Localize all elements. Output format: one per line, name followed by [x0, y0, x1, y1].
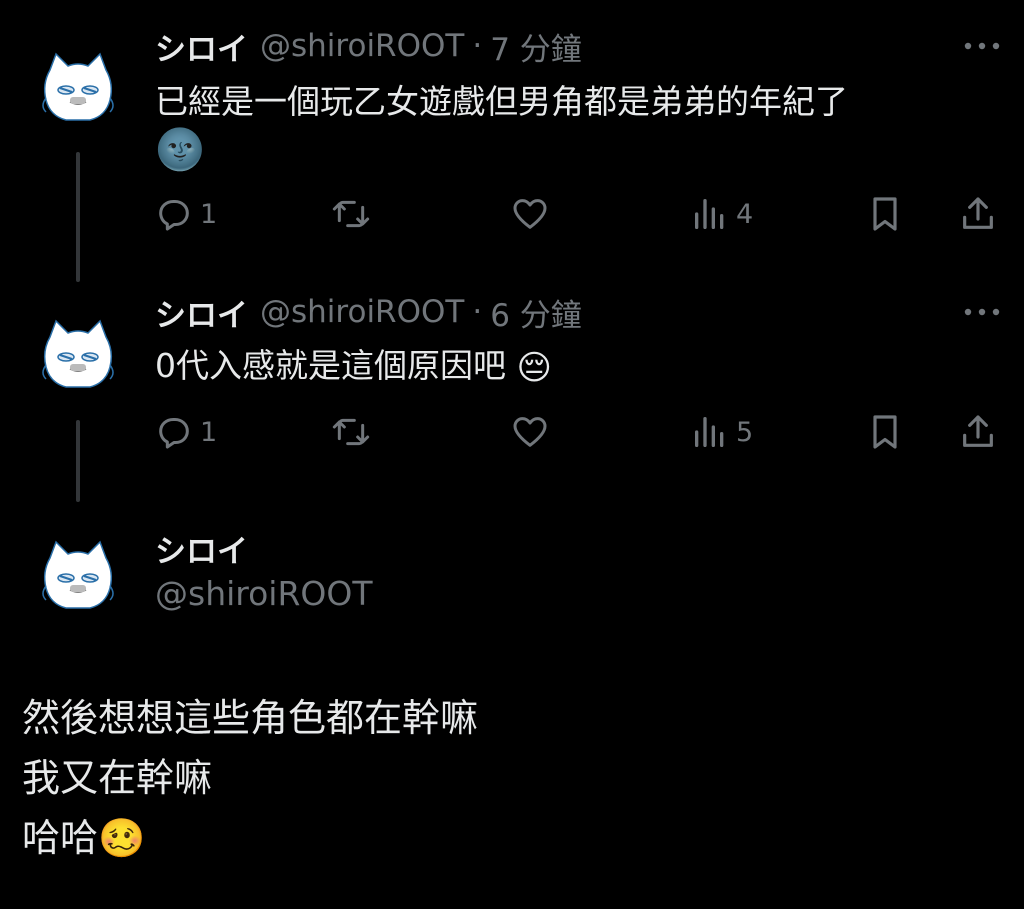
- bookmark-button[interactable]: [865, 189, 905, 239]
- tweet-text-body: 0代入感就是這個原因吧: [155, 346, 506, 385]
- more-icon: [960, 306, 1004, 318]
- author-name[interactable]: シロイ: [155, 526, 248, 571]
- bookmark-icon: [865, 194, 905, 234]
- tweet-body[interactable]: 然後想想這些角色都在幹嘛 我又在幹嘛 哈哈🥴: [22, 688, 478, 868]
- tweet[interactable]: シロイ @shiroiROOT · 7 分鐘 已經是一個玩乙女遊戲但男角都是弟弟…: [0, 0, 1024, 282]
- avatar[interactable]: [40, 50, 116, 126]
- woozy-face-emoji: 🥴: [98, 816, 146, 860]
- tweet-header: シロイ @shiroiROOT · 7 分鐘: [155, 24, 582, 69]
- view-count: 5: [736, 416, 754, 448]
- share-button[interactable]: [958, 189, 998, 239]
- heart-icon: [510, 194, 550, 234]
- reply-button[interactable]: 1: [154, 189, 217, 239]
- author-handle[interactable]: @shiroiROOT: [260, 294, 464, 330]
- author-handle[interactable]: @shiroiROOT: [155, 574, 373, 613]
- tweet-text-body: 已經是一個玩乙女遊戲但男角都是弟弟的年紀了: [155, 82, 848, 121]
- timestamp[interactable]: 6 分鐘: [490, 290, 582, 335]
- reply-count: 1: [200, 416, 218, 448]
- reply-icon: [154, 194, 194, 234]
- more-options-button[interactable]: [960, 297, 1004, 327]
- tweet-header: シロイ @shiroiROOT · 6 分鐘: [155, 290, 582, 335]
- retweet-icon: [331, 194, 371, 234]
- view-count: 4: [736, 198, 754, 230]
- tweet-actions: 1 5: [0, 407, 1024, 457]
- like-button[interactable]: [510, 407, 550, 457]
- views-button[interactable]: 4: [690, 189, 753, 239]
- heart-icon: [510, 412, 550, 452]
- retweet-button[interactable]: [331, 407, 371, 457]
- share-button[interactable]: [958, 407, 998, 457]
- avatar[interactable]: [40, 538, 116, 614]
- body-line-with-emoji: 哈哈🥴: [22, 808, 478, 868]
- views-icon: [690, 412, 730, 452]
- body-line: 哈哈: [22, 816, 99, 860]
- author-name[interactable]: シロイ: [155, 290, 248, 335]
- author-handle[interactable]: @shiroiROOT: [260, 28, 464, 64]
- share-icon: [958, 412, 998, 452]
- bookmark-icon: [865, 412, 905, 452]
- tweet-actions: 1 4: [0, 189, 1024, 239]
- reply-button[interactable]: 1: [154, 407, 217, 457]
- separator: ·: [472, 28, 483, 64]
- retweet-button[interactable]: [331, 189, 371, 239]
- tweet-text: 已經是一個玩乙女遊戲但男角都是弟弟的年紀了 🌚: [155, 80, 848, 172]
- more-icon: [960, 40, 1004, 52]
- views-button[interactable]: 5: [690, 407, 753, 457]
- tweet[interactable]: シロイ @shiroiROOT · 6 分鐘 0代入感就是這個原因吧 😔 1 5: [0, 280, 1024, 510]
- tweet-text: 0代入感就是這個原因吧 😔: [155, 344, 552, 390]
- share-icon: [958, 194, 998, 234]
- avatar[interactable]: [40, 317, 116, 393]
- like-button[interactable]: [510, 189, 550, 239]
- body-line: 我又在幹嘛: [22, 756, 213, 800]
- body-line: 然後想想這些角色都在幹嘛: [22, 696, 479, 740]
- views-icon: [690, 194, 730, 234]
- more-options-button[interactable]: [960, 31, 1004, 61]
- separator: ·: [472, 294, 483, 330]
- pensive-face-emoji: 😔: [516, 347, 552, 388]
- reply-count: 1: [200, 198, 218, 230]
- retweet-icon: [331, 412, 371, 452]
- timestamp[interactable]: 7 分鐘: [490, 24, 582, 69]
- bookmark-button[interactable]: [865, 407, 905, 457]
- author-name[interactable]: シロイ: [155, 24, 248, 69]
- new-moon-face-emoji: 🌚: [155, 127, 205, 173]
- reply-icon: [154, 412, 194, 452]
- composer-tweet: シロイ @shiroiROOT 然後想想這些角色都在幹嘛 我又在幹嘛 哈哈🥴: [0, 510, 1024, 909]
